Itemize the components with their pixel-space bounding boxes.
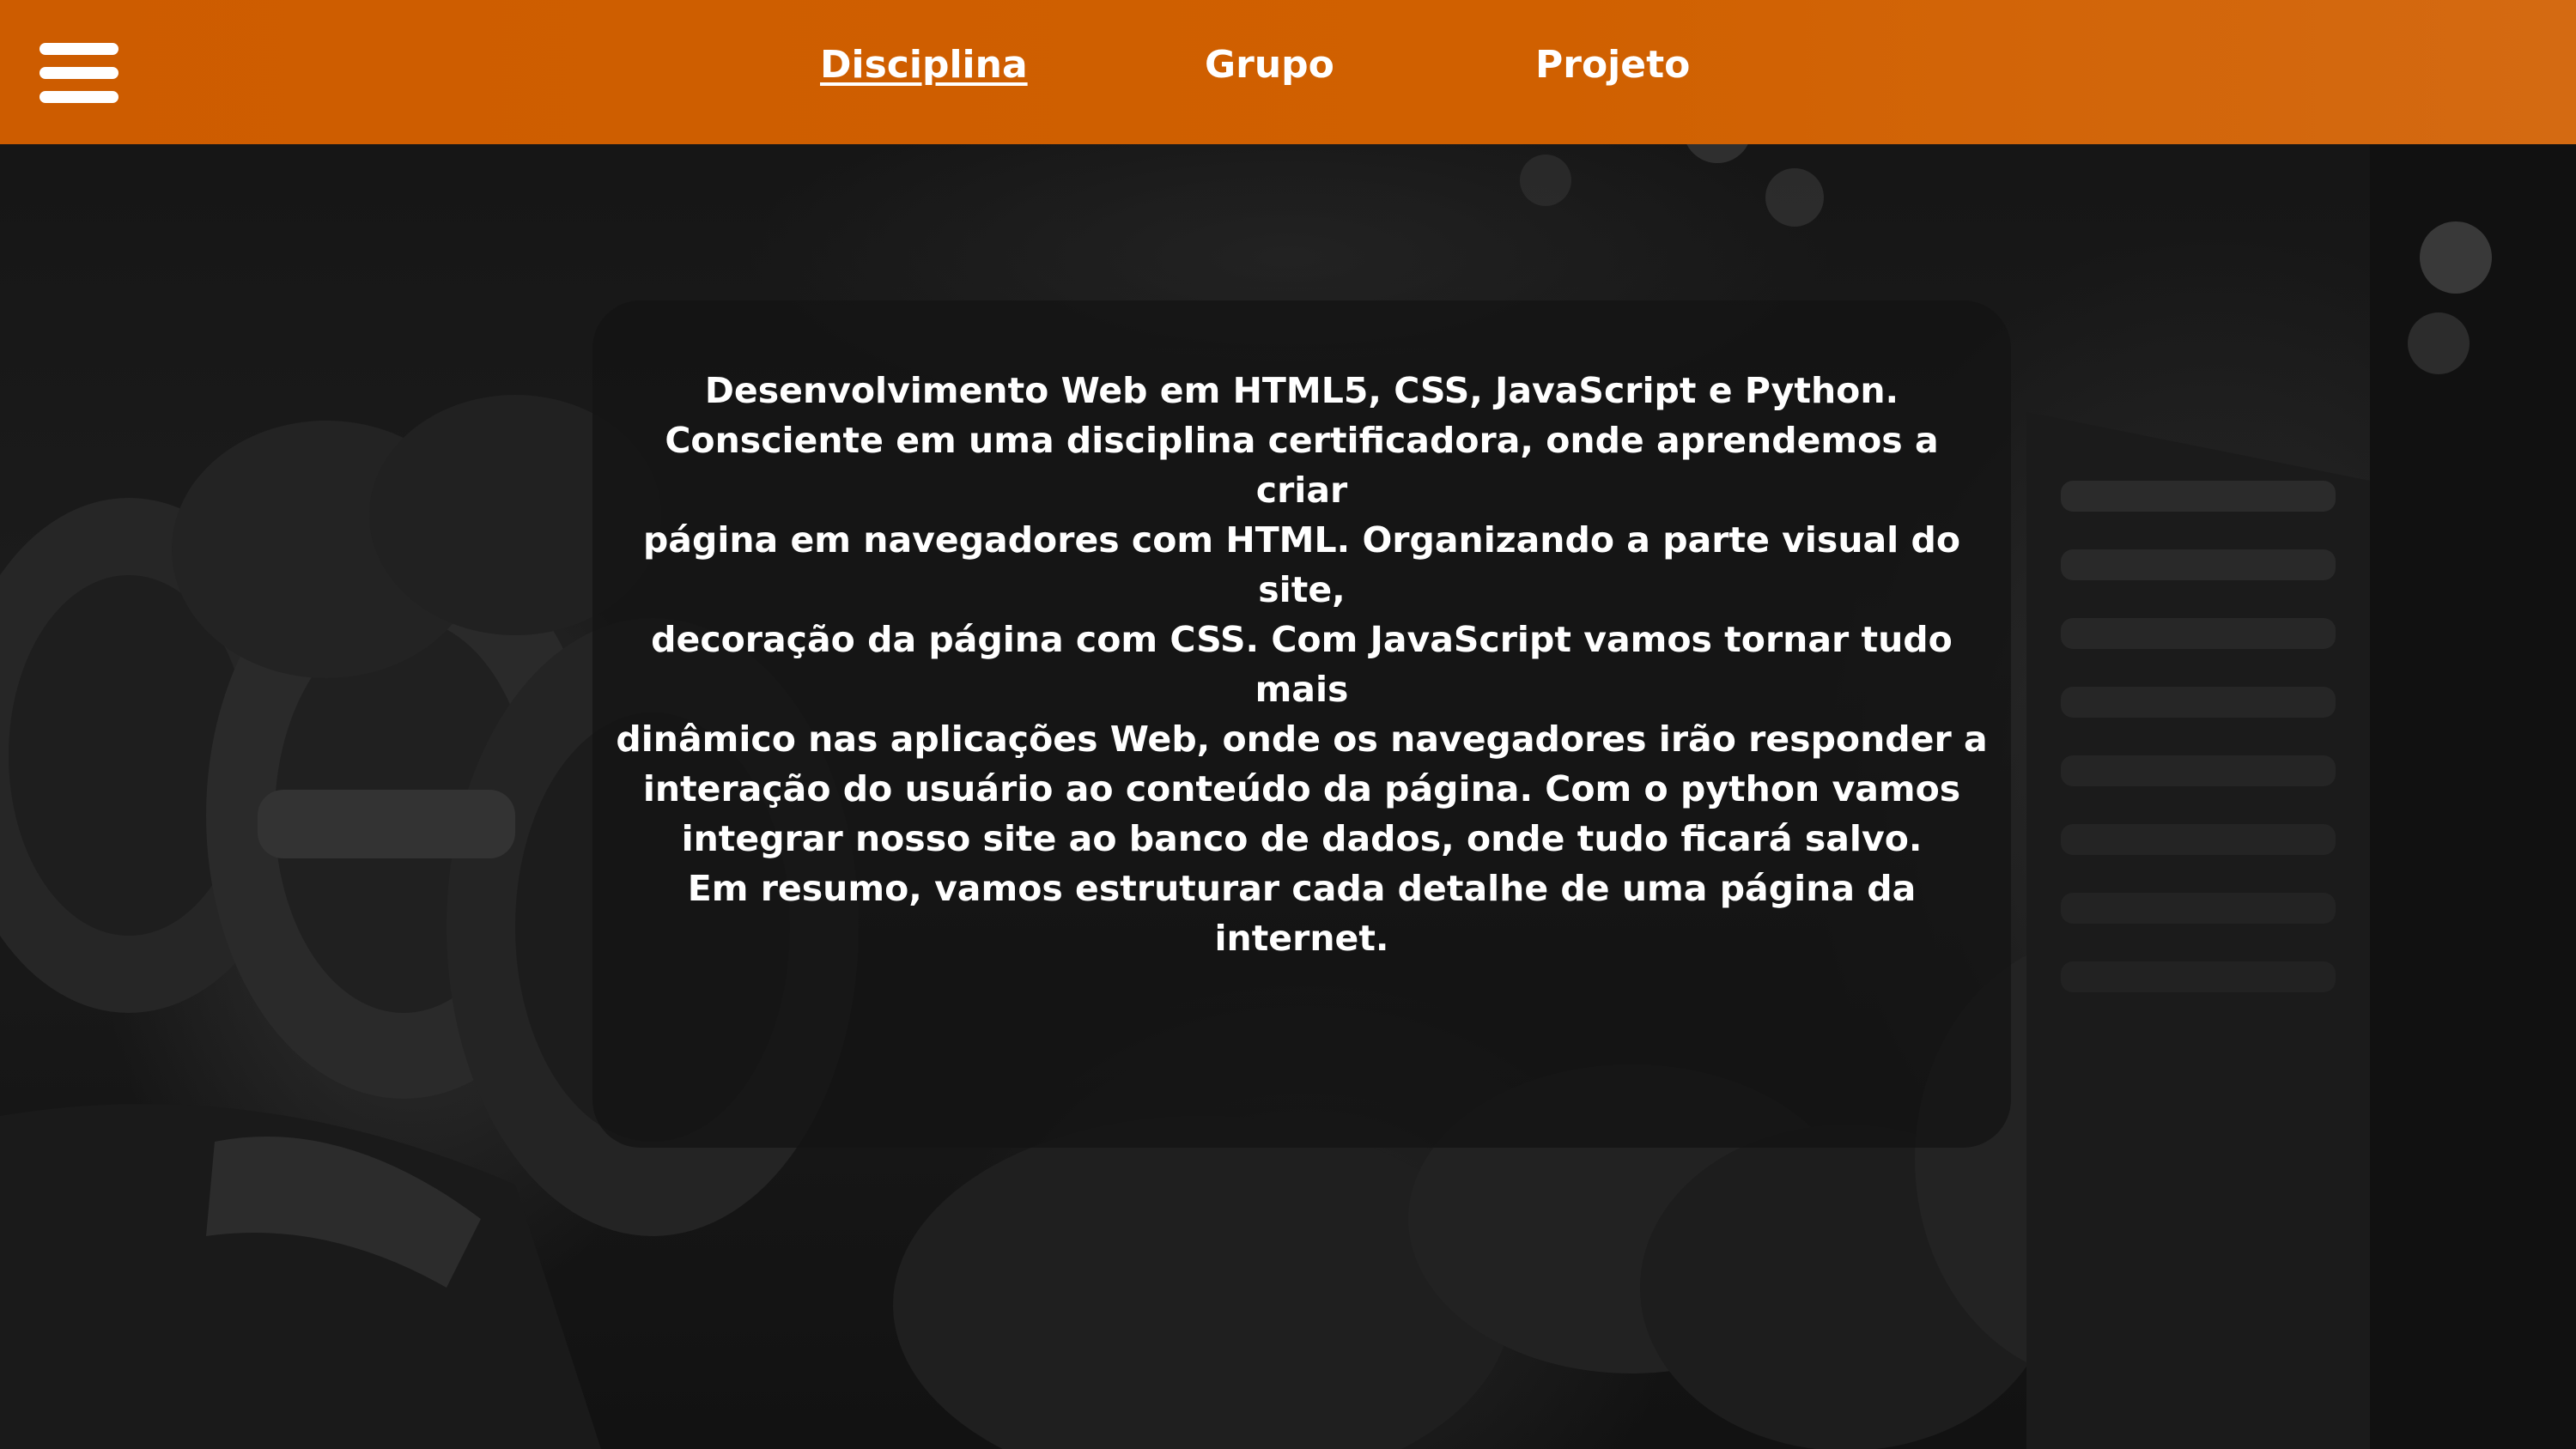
hamburger-line	[39, 91, 118, 103]
hamburger-menu-icon[interactable]	[39, 41, 118, 103]
top-navigation-bar: Disciplina Grupo Projeto	[0, 0, 2576, 144]
description-line: dinâmico nas aplicações Web, onde os nav…	[616, 718, 1988, 760]
description-line: Em resumo, vamos estruturar cada detalhe…	[687, 867, 1917, 959]
description-line: interação do usuário ao conteúdo da pági…	[642, 767, 1961, 809]
discipline-description-text: Desenvolvimento Web em HTML5, CSS, JavaS…	[615, 366, 1989, 963]
nav-link-disciplina[interactable]: Disciplina	[820, 43, 1028, 87]
description-line: Desenvolvimento Web em HTML5, CSS, JavaS…	[704, 369, 1899, 411]
description-line: decoração da página com CSS. Com JavaScr…	[651, 618, 1953, 710]
description-line: integrar nosso site ao banco de dados, o…	[681, 817, 1923, 859]
hamburger-line	[39, 43, 118, 55]
nav-link-projeto[interactable]: Projeto	[1535, 43, 1690, 87]
discipline-description-card: Desenvolvimento Web em HTML5, CSS, JavaS…	[592, 300, 2011, 1148]
hamburger-line	[39, 67, 118, 79]
page: Disciplina Grupo Projeto Desenvolvimento…	[0, 0, 2576, 1449]
nav-link-grupo[interactable]: Grupo	[1205, 43, 1334, 87]
description-line: Consciente em uma disciplina certificado…	[665, 419, 1939, 511]
description-line: página em navegadores com HTML. Organiza…	[642, 518, 1961, 610]
